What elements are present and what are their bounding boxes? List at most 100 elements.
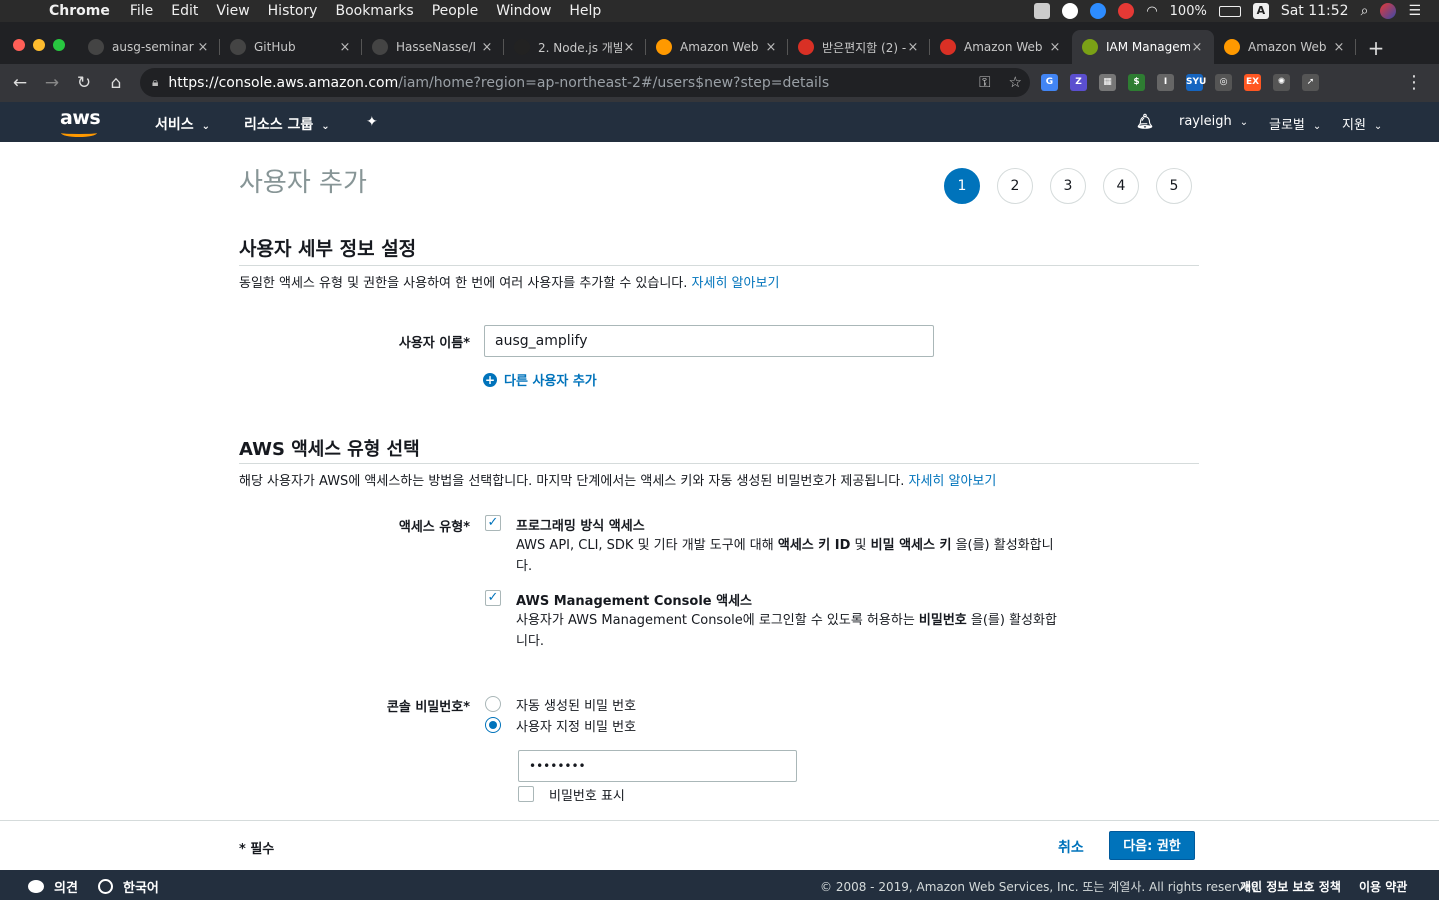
extension-icon[interactable]: SYU [1186,74,1206,91]
extension-icon[interactable]: ▦ [1099,74,1116,91]
creative-cloud-icon[interactable] [1062,3,1079,19]
input-source-indicator[interactable]: A [1252,3,1269,19]
account-menu[interactable]: rayleigh ⌄ [1179,114,1248,129]
chrome-menu-icon[interactable]: ⋮ [1405,72,1423,93]
browser-toolbar: ← → ↻ ⌂ 🔒︎ https://console.aws.amazon.co… [0,64,1439,102]
programmatic-access-checkbox[interactable]: ✓ [485,515,501,531]
extension-icon[interactable]: I [1157,74,1174,91]
back-icon[interactable]: ← [4,73,36,93]
extension-icon[interactable]: ◎ [1215,74,1232,91]
browser-tab[interactable]: 받은편지함 (2) - × [788,30,930,64]
address-bar[interactable]: 🔒︎ https://console.aws.amazon.com/iam/ho… [140,68,1030,97]
home-icon[interactable]: ⌂ [100,73,132,93]
extension-icon[interactable]: EX [1244,74,1261,91]
show-password-checkbox[interactable] [518,786,534,802]
notification-center-icon[interactable]: ☰ [1408,3,1421,19]
reload-icon[interactable]: ↻ [68,73,100,93]
tab-close-icon[interactable]: × [480,40,494,55]
menu-view[interactable]: View [216,3,249,19]
step-4[interactable]: 4 [1103,168,1139,204]
step-5[interactable]: 5 [1156,168,1192,204]
language-selector[interactable]: 한국어 [98,877,159,896]
tab-close-icon[interactable]: × [196,40,210,55]
browser-tab[interactable]: Amazon Web × [1214,30,1356,64]
extension-icon[interactable]: $ [1128,74,1145,91]
maximize-window-button[interactable] [53,39,65,51]
services-menu[interactable]: 서비스 ⌄ [155,114,210,134]
tab-close-icon[interactable]: × [1190,40,1204,55]
required-note: * 필수 [239,842,275,857]
forward-icon[interactable]: → [36,73,68,93]
key-icon[interactable]: ⚿ [979,73,990,91]
pin-icon[interactable]: ✦ [366,114,378,130]
browser-tab[interactable]: GitHub × [220,30,362,64]
tab-close-icon[interactable]: × [1048,40,1062,55]
extension-icon[interactable]: Z [1070,74,1087,91]
add-another-user-link[interactable]: + 다른 사용자 추가 [483,370,597,389]
notification-icon[interactable] [1118,3,1135,19]
privacy-policy-link[interactable]: 개인 정보 보호 정책 [1240,878,1341,895]
tab-close-icon[interactable]: × [1332,40,1346,55]
custom-password-radio[interactable] [485,717,501,733]
extension-icon[interactable]: G [1041,74,1058,91]
region-menu[interactable]: 글로벌 ⌄ [1269,114,1321,133]
region-label: 글로벌 [1269,118,1305,133]
aws-logo[interactable]: aws [60,107,102,137]
console-access-checkbox[interactable]: ✓ [485,590,501,606]
menu-window[interactable]: Window [496,3,551,19]
browser-tab[interactable]: IAM Managem × [1072,30,1214,64]
wifi-icon[interactable]: ◠ [1146,4,1157,19]
feedback-button[interactable]: 의견 [28,877,78,896]
tab-title: 2. Node.js 개발 [538,40,622,55]
lock-icon[interactable]: 🔒︎ [152,75,158,90]
user-avatar-icon[interactable] [1380,3,1397,19]
battery-icon[interactable] [1218,5,1241,17]
browser-tab[interactable]: HasseNasse/I × [362,30,504,64]
menu-file[interactable]: File [130,3,153,19]
browser-tab[interactable]: 2. Node.js 개발 × [504,30,646,64]
password-input[interactable]: •••••••• [518,750,797,782]
spotlight-search-icon[interactable]: ⌕ [1361,3,1369,19]
clock[interactable]: Sat 11:52 [1281,3,1349,19]
extension-icon[interactable]: ✺ [1273,74,1290,91]
menu-history[interactable]: History [268,3,318,19]
terms-of-use-link[interactable]: 이용 약관 [1359,878,1407,895]
cancel-button[interactable]: 취소 [1058,837,1084,857]
step-3[interactable]: 3 [1050,168,1086,204]
step-1[interactable]: 1 [944,168,980,204]
username-input[interactable]: ausg_amplify [484,325,934,357]
menu-edit[interactable]: Edit [171,3,198,19]
resource-groups-menu[interactable]: 리소스 그룹 ⌄ [244,114,330,134]
close-window-button[interactable] [13,39,25,51]
tab-close-icon[interactable]: × [338,40,352,55]
learn-more-link[interactable]: 자세히 알아보기 [909,474,997,489]
step-2[interactable]: 2 [997,168,1033,204]
teamviewer-icon[interactable] [1090,3,1107,19]
tab-close-icon[interactable]: × [906,40,920,55]
programmatic-access-description: AWS API, CLI, SDK 및 기타 개발 도구에 대해 액세스 키 I… [516,535,1061,577]
tab-close-icon[interactable]: × [622,40,636,55]
feedback-label: 의견 [54,881,78,896]
tab-close-icon[interactable]: × [764,40,778,55]
auto-password-radio[interactable] [485,696,501,712]
learn-more-link[interactable]: 자세히 알아보기 [692,276,780,291]
browser-tab[interactable]: Amazon Web × [646,30,788,64]
menu-app-name[interactable]: Chrome [49,3,110,19]
plus-circle-icon: + [483,372,497,387]
menu-bookmarks[interactable]: Bookmarks [335,3,413,19]
chevron-down-icon: ⌄ [1312,121,1322,132]
support-menu[interactable]: 지원 ⌄ [1342,114,1382,133]
browser-tab[interactable]: ausg-seminar × [78,30,220,64]
next-permissions-button[interactable]: 다음: 권한 [1109,831,1195,860]
tab-title: GitHub [254,40,296,54]
menu-people[interactable]: People [432,3,479,19]
extension-icon[interactable]: ➚ [1302,74,1319,91]
menu-help[interactable]: Help [569,3,601,19]
new-tab-button[interactable]: + [1366,36,1386,60]
browser-tab[interactable]: Amazon Web × [930,30,1072,64]
minimize-window-button[interactable] [33,39,45,51]
bookmark-star-icon[interactable]: ☆ [1009,73,1022,91]
notification-bell-icon[interactable]: 🔔︎ [1136,114,1154,130]
docker-icon[interactable] [1034,3,1051,19]
tab-title: 받은편지함 (2) - [822,40,906,55]
